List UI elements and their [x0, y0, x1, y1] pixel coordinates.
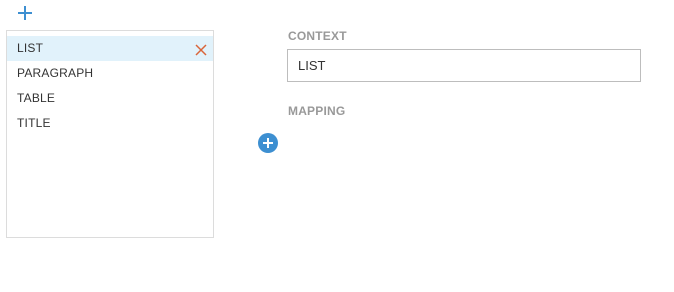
element-list: LIST PARAGRAPH TABLE TITLE	[6, 30, 214, 238]
context-label: CONTEXT	[288, 29, 347, 43]
add-item-button[interactable]	[14, 2, 36, 24]
list-item-list[interactable]: LIST	[7, 36, 213, 61]
list-item-label: PARAGRAPH	[17, 66, 94, 80]
list-item-table[interactable]: TABLE	[7, 86, 213, 111]
close-icon	[195, 44, 207, 56]
list-item-title[interactable]: TITLE	[7, 111, 213, 136]
remove-item-button[interactable]	[194, 41, 208, 56]
plus-icon	[18, 6, 32, 20]
list-item-label: TABLE	[17, 91, 56, 105]
mapping-label: MAPPING	[288, 104, 346, 118]
list-item-paragraph[interactable]: PARAGRAPH	[7, 61, 213, 86]
list-item-label: TITLE	[17, 116, 51, 130]
plus-circle-icon	[258, 133, 278, 153]
add-mapping-button[interactable]	[258, 133, 278, 153]
editor-root: LIST PARAGRAPH TABLE TITLE CONTEXT LIST …	[0, 0, 674, 292]
context-input[interactable]	[287, 49, 641, 82]
list-item-label: LIST	[17, 41, 44, 55]
